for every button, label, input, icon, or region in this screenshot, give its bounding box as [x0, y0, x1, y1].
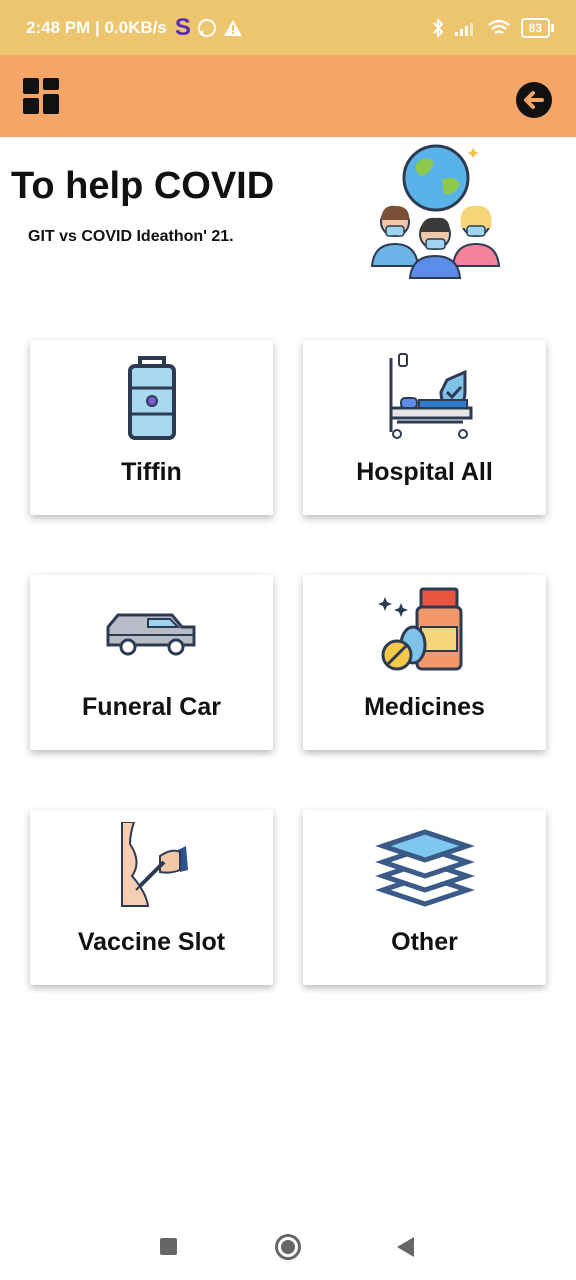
warning-icon: [223, 19, 242, 36]
covid-people-globe-icon: [370, 144, 501, 279]
card-label: Other: [391, 928, 458, 956]
card-funeral-car[interactable]: Funeral Car: [30, 575, 273, 750]
back-icon[interactable]: [397, 1237, 414, 1257]
card-vaccine-slot[interactable]: Vaccine Slot: [30, 810, 273, 985]
battery-indicator: 83: [520, 17, 555, 38]
card-label: Vaccine Slot: [77, 928, 226, 956]
card-medicines[interactable]: Medicines: [303, 575, 546, 750]
page-subtitle: GIT vs COVID Ideathon' 21.: [28, 228, 234, 245]
card-label: Hospital All: [356, 458, 493, 486]
status-bar: 2:48 PM | 0.0KB/s S 83: [0, 0, 576, 55]
status-time: 2:48 PM | 0.0KB/s: [26, 17, 167, 37]
tiffin-icon: [127, 356, 176, 440]
layers-icon: [374, 829, 475, 907]
card-label: Medicines: [364, 693, 485, 721]
whatsapp-icon: [197, 18, 216, 37]
signal-icon: [454, 22, 473, 36]
page-title: To help COVID: [11, 165, 275, 207]
card-label: Funeral Car: [82, 693, 221, 721]
card-other[interactable]: Other: [303, 810, 546, 985]
bluetooth-icon: [432, 17, 444, 38]
medicine-bottle-icon: [377, 587, 462, 671]
dashboard-icon[interactable]: [23, 78, 59, 114]
logout-icon[interactable]: [516, 82, 552, 118]
card-hospital-all[interactable]: Hospital All: [303, 340, 546, 515]
hearse-icon: [106, 613, 195, 656]
home-icon[interactable]: [275, 1234, 301, 1260]
hospital-bed-icon: [389, 353, 472, 439]
s-app-icon: S: [174, 13, 191, 41]
app-bar: [0, 55, 576, 137]
vaccine-syringe-icon: [120, 822, 188, 907]
card-label: Tiffin: [121, 458, 182, 486]
wifi-icon: [487, 19, 510, 34]
card-tiffin[interactable]: Tiffin: [30, 340, 273, 515]
system-nav-bar: [0, 1215, 576, 1275]
recents-icon[interactable]: [160, 1238, 177, 1255]
